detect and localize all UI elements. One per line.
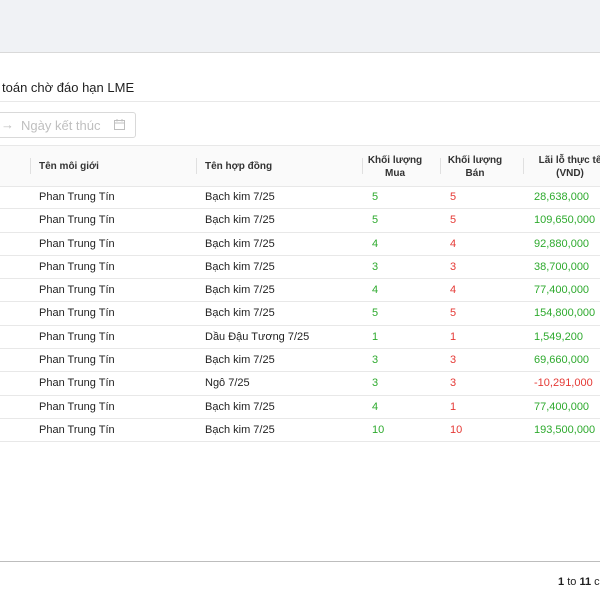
cell-sell-volume: 3 bbox=[450, 260, 457, 273]
cell-sell-volume: 4 bbox=[450, 237, 457, 250]
header-sell-line1: Khối lượng bbox=[447, 155, 503, 166]
cell-contract: Bạch kim 7/25 bbox=[205, 354, 275, 367]
cell-buy-volume: 3 bbox=[372, 377, 379, 390]
header-buy-line1: Khối lượng bbox=[367, 155, 423, 166]
cell-contract: Ngô 7/25 bbox=[205, 377, 250, 390]
cell-buy-volume: 4 bbox=[372, 284, 379, 297]
header-pl-line1: Lãi lỗ thực tế bbox=[538, 155, 600, 166]
cell-realized-pl: 193,500,000 bbox=[534, 423, 596, 436]
cell-contract: Bạch kim 7/25 bbox=[205, 260, 275, 273]
cell-sell-volume: 4 bbox=[450, 284, 457, 297]
cell-broker: Phan Trung Tín bbox=[39, 260, 115, 273]
cell-contract: Bạch kim 7/25 bbox=[205, 423, 275, 436]
cell-broker: Phan Trung Tín bbox=[39, 237, 115, 250]
table-header: Tên môi giới Tên hợp đồng Khối lượng Mua… bbox=[0, 145, 600, 187]
table-row[interactable]: Phan Trung Tín Ngô 7/25 3 3 -10,291,000 bbox=[0, 372, 600, 396]
footer-divider bbox=[0, 561, 600, 562]
column-separator[interactable] bbox=[362, 158, 363, 174]
header-sell-volume[interactable]: Khối lượng Bán bbox=[444, 154, 506, 180]
table-row[interactable]: Phan Trung Tín Bạch kim 7/25 10 10 193,500,0… bbox=[0, 419, 600, 443]
table-row[interactable]: Phan Trung Tín Bạch kim 7/25 4 4 77,400,000 bbox=[0, 279, 600, 303]
cell-realized-pl: 38,700,000 bbox=[534, 260, 590, 273]
cell-buy-volume: 5 bbox=[372, 214, 379, 227]
arrow-right-icon: → bbox=[1, 117, 14, 132]
cell-realized-pl: 69,660,000 bbox=[534, 354, 590, 367]
header-pl-line2: (VND) bbox=[556, 168, 584, 179]
cell-buy-volume: 3 bbox=[372, 354, 379, 367]
cell-realized-pl: 77,400,000 bbox=[534, 284, 590, 297]
cell-broker: Phan Trung Tín bbox=[39, 191, 115, 203]
cell-sell-volume: 3 bbox=[450, 377, 457, 390]
cell-sell-volume: 10 bbox=[450, 423, 463, 436]
table-row[interactable]: Phan Trung Tín Bạch kim 7/25 4 1 77,400,000 bbox=[0, 396, 600, 419]
column-separator[interactable] bbox=[440, 158, 441, 174]
column-separator[interactable] bbox=[523, 158, 524, 174]
table-row[interactable]: Phan Trung Tín Bạch kim 7/25 5 5 154,800,000 bbox=[0, 302, 600, 326]
cell-realized-pl: 92,880,000 bbox=[534, 237, 590, 250]
cell-broker: Phan Trung Tín bbox=[39, 307, 115, 320]
cell-sell-volume: 1 bbox=[450, 400, 457, 413]
cell-buy-volume: 1 bbox=[372, 330, 379, 343]
cell-realized-pl: 1,549,200 bbox=[534, 330, 583, 343]
cell-broker: Phan Trung Tín bbox=[39, 400, 115, 413]
header-buy-volume[interactable]: Khối lượng Mua bbox=[364, 154, 426, 180]
cell-sell-volume: 5 bbox=[450, 307, 457, 320]
header-realized-pl[interactable]: Lãi lỗ thực tế (VND) bbox=[530, 154, 600, 180]
cell-buy-volume: 4 bbox=[372, 400, 379, 413]
header-contract[interactable]: Tên hợp đồng bbox=[205, 160, 272, 173]
cell-realized-pl: 77,400,000 bbox=[534, 400, 590, 413]
pagination-trailing: c bbox=[594, 576, 600, 588]
pagination-from: 1 bbox=[558, 576, 565, 588]
pagination-to-word: to bbox=[567, 576, 577, 588]
cell-buy-volume: 10 bbox=[372, 423, 385, 436]
cell-broker: Phan Trung Tín bbox=[39, 354, 115, 367]
cell-sell-volume: 1 bbox=[450, 330, 457, 343]
cell-buy-volume: 3 bbox=[372, 260, 379, 273]
cell-contract: Bạch kim 7/25 bbox=[205, 237, 275, 250]
table-row[interactable]: Phan Trung Tín Bạch kim 7/25 4 4 92,880,000 bbox=[0, 233, 600, 256]
cell-buy-volume: 5 bbox=[372, 307, 379, 320]
cell-realized-pl: 28,638,000 bbox=[534, 191, 590, 203]
cell-realized-pl: 109,650,000 bbox=[534, 214, 596, 227]
page-title: toán chờ đáo hạn LME bbox=[2, 80, 135, 95]
cell-buy-volume: 4 bbox=[372, 237, 379, 250]
cell-broker: Phan Trung Tín bbox=[39, 284, 115, 297]
cell-sell-volume: 3 bbox=[450, 354, 457, 367]
cell-realized-pl: -10,291,000 bbox=[534, 377, 593, 390]
top-bar bbox=[0, 0, 600, 53]
cell-contract: Bạch kim 7/25 bbox=[205, 191, 275, 203]
pagination-summary: 1 to 11 c bbox=[558, 576, 600, 588]
cell-contract: Bạch kim 7/25 bbox=[205, 284, 275, 297]
date-range-end-field[interactable]: → Ngày kết thúc bbox=[0, 112, 136, 138]
cell-realized-pl: 154,800,000 bbox=[534, 307, 596, 320]
cell-broker: Phan Trung Tín bbox=[39, 214, 115, 227]
header-sell-line2: Bán bbox=[465, 168, 485, 179]
table-body: Phan Trung Tín Bạch kim 7/25 5 5 28,638,000 P… bbox=[0, 186, 600, 443]
cell-broker: Phan Trung Tín bbox=[39, 377, 115, 390]
cell-broker: Phan Trung Tín bbox=[39, 423, 115, 436]
title-divider bbox=[0, 101, 600, 102]
cell-buy-volume: 5 bbox=[372, 191, 379, 203]
cell-contract: Bạch kim 7/25 bbox=[205, 307, 275, 320]
pagination-to: 11 bbox=[579, 576, 592, 588]
cell-sell-volume: 5 bbox=[450, 191, 457, 203]
cell-broker: Phan Trung Tín bbox=[39, 330, 115, 343]
column-separator[interactable] bbox=[196, 158, 197, 174]
table-row[interactable]: Phan Trung Tín Bạch kim 7/25 5 5 28,638,000 bbox=[0, 186, 600, 210]
date-end-placeholder: Ngày kết thúc bbox=[21, 118, 101, 133]
cell-contract: Dầu Đậu Tương 7/25 bbox=[205, 330, 310, 343]
table-row[interactable]: Phan Trung Tín Bạch kim 7/25 3 3 69,660,000 bbox=[0, 349, 600, 373]
calendar-icon[interactable] bbox=[114, 119, 125, 130]
header-broker[interactable]: Tên môi giới bbox=[39, 160, 99, 173]
header-buy-line2: Mua bbox=[385, 168, 405, 179]
table-row[interactable]: Phan Trung Tín Bạch kim 7/25 5 5 109,650,000 bbox=[0, 209, 600, 233]
cell-sell-volume: 5 bbox=[450, 214, 457, 227]
column-separator[interactable] bbox=[30, 158, 31, 174]
cell-contract: Bạch kim 7/25 bbox=[205, 400, 275, 413]
cell-contract: Bạch kim 7/25 bbox=[205, 214, 275, 227]
table-row[interactable]: Phan Trung Tín Dầu Đậu Tương 7/25 1 1 1,549,… bbox=[0, 326, 600, 350]
table-row[interactable]: Phan Trung Tín Bạch kim 7/25 3 3 38,700,000 bbox=[0, 256, 600, 280]
